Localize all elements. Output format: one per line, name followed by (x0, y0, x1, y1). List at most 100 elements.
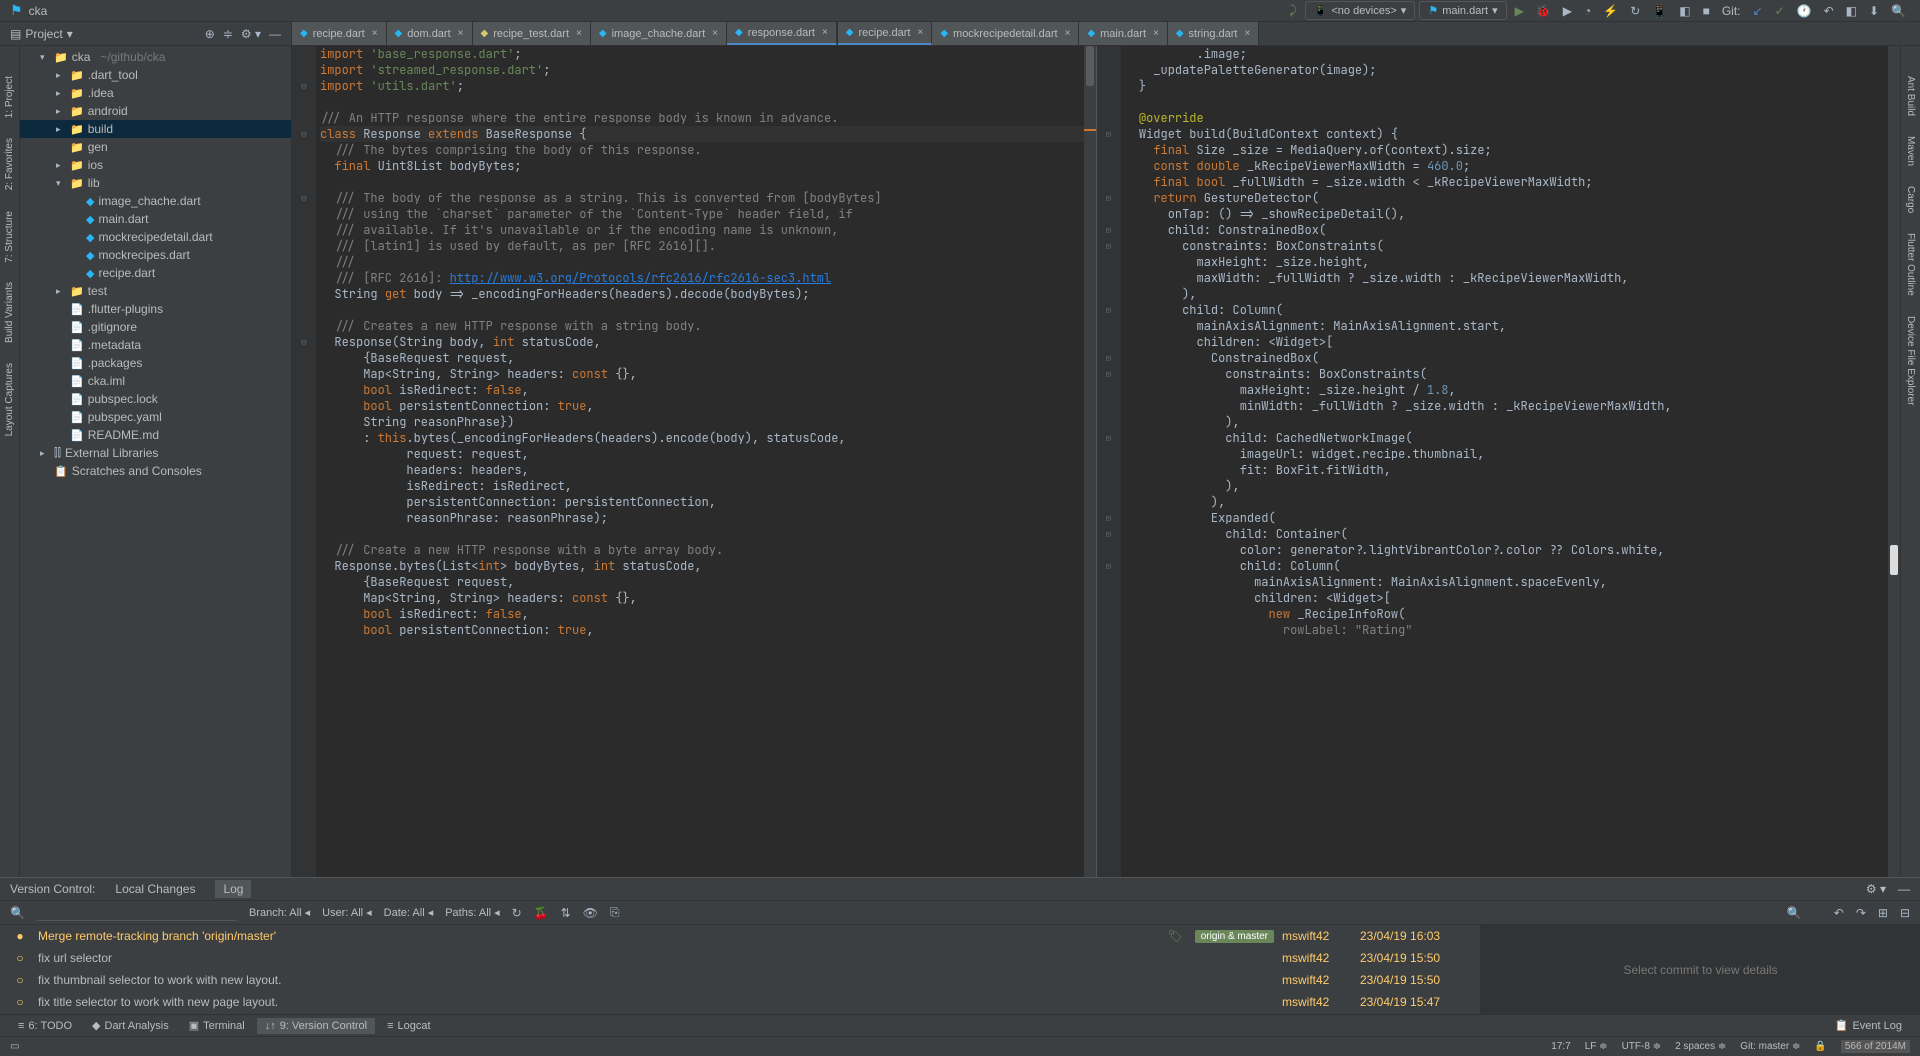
coverage-icon[interactable]: ▶ (1559, 2, 1576, 20)
branch-filter[interactable]: Branch: All ◂ (249, 906, 310, 919)
refresh-icon[interactable]: ↻ (512, 906, 522, 920)
hot-reload-icon[interactable]: ⚡ (1599, 2, 1622, 20)
tree-item[interactable]: 📄.gitignore (20, 318, 291, 336)
vcs-commit-icon[interactable]: ✓ (1771, 2, 1789, 20)
undo-icon[interactable]: ↶ (1834, 906, 1844, 920)
devtools-icon[interactable]: 📱 (1648, 2, 1671, 20)
commit-row[interactable]: ○fix title selector to work with new pag… (0, 991, 1480, 1013)
stop-icon[interactable]: ■ (1699, 2, 1714, 20)
expand-icon[interactable]: ⊟ (1900, 906, 1910, 920)
side-tab[interactable]: Ant Build (1903, 66, 1918, 126)
commit-row[interactable]: ○fix url selectormswift4223/04/19 15:50 (0, 947, 1480, 969)
settings-icon[interactable]: ⚙ ▾ (1866, 882, 1886, 896)
close-icon[interactable]: × (1153, 28, 1159, 39)
close-icon[interactable]: × (822, 27, 828, 38)
vc-tab-local-changes[interactable]: Local Changes (107, 880, 203, 898)
side-tab[interactable]: 2: Favorites (2, 128, 17, 200)
tree-item[interactable]: ◆mockrecipedetail.dart (20, 228, 291, 246)
profile-icon[interactable]: ◔ (1580, 2, 1595, 20)
search-icon[interactable]: 🔍 (1787, 906, 1802, 920)
editor-tab[interactable]: ◆recipe_test.dart× (473, 22, 591, 45)
eye-icon[interactable]: 👁 (583, 906, 598, 920)
close-icon[interactable]: × (458, 28, 464, 39)
editor-tab[interactable]: ◆string.dart× (1168, 22, 1259, 45)
quick-access-icon[interactable]: ▭ (10, 1041, 19, 1052)
device-selector[interactable]: 📱 <no devices> ▾ (1305, 1, 1416, 20)
side-tab[interactable]: Build Variants (2, 272, 17, 353)
group-icon[interactable]: ⊞ (1878, 906, 1888, 920)
editor-tab[interactable]: ◆main.dart× (1079, 22, 1167, 45)
editor-right[interactable]: ⊟⊟⊟⊟⊟⊟⊟⊟⊟⊟⊟ .image; _updatePaletteGenera… (1097, 46, 1901, 877)
hide-icon[interactable]: — (269, 27, 281, 41)
tree-item[interactable]: 📋Scratches and Consoles (20, 462, 291, 480)
editor-left[interactable]: ⊟⊟⊟⊟ import 'base_response.dart';import … (292, 46, 1097, 877)
editor-tab[interactable]: ◆mockrecipedetail.dart× (932, 22, 1079, 45)
commits-list[interactable]: ●Merge remote-tracking branch 'origin/ma… (0, 925, 1480, 1014)
side-tab[interactable]: Flutter Outline (1903, 223, 1918, 306)
vcs-update-icon[interactable]: ↙ (1749, 2, 1767, 20)
gear-icon[interactable]: ⚙ ▾ (241, 27, 261, 41)
hot-restart-icon[interactable]: ↻ (1626, 2, 1644, 20)
close-icon[interactable]: × (917, 27, 923, 38)
tree-item[interactable]: 📄pubspec.lock (20, 390, 291, 408)
cherry-pick-icon[interactable]: 🍒 (534, 906, 549, 920)
tree-item[interactable]: 📄cka.iml (20, 372, 291, 390)
status-line-sep[interactable]: LF ≑ (1585, 1041, 1608, 1052)
redo-icon[interactable]: ↷ (1856, 906, 1866, 920)
tree-item[interactable]: ◆image_chache.dart (20, 192, 291, 210)
terminal-tab[interactable]: ▣ Terminal (181, 1017, 253, 1034)
debug-icon[interactable]: 🐞 (1532, 2, 1555, 20)
logcat-tab[interactable]: ≡ Logcat (379, 1018, 438, 1034)
goto-icon[interactable]: ⎘ (610, 905, 620, 920)
target-icon[interactable]: ⊕ (205, 27, 215, 41)
sdk-icon[interactable]: ⬇ (1865, 2, 1883, 20)
lock-icon[interactable]: 🔒 (1814, 1041, 1826, 1052)
tree-item[interactable]: ▸📁build (20, 120, 291, 138)
editor-tab[interactable]: ◆response.dart× (727, 22, 837, 45)
tree-item[interactable]: 📁gen (20, 138, 291, 156)
status-memory[interactable]: 566 of 2014M (1841, 1040, 1910, 1053)
tree-item[interactable]: ◆main.dart (20, 210, 291, 228)
inspect-icon[interactable]: ◧ (1675, 2, 1694, 20)
editor-tab[interactable]: ◆image_chache.dart× (591, 22, 727, 45)
tree-item[interactable]: ◆recipe.dart (20, 264, 291, 282)
editor-tab[interactable]: ◆dom.dart× (387, 22, 473, 45)
commit-row[interactable]: ●Merge remote-tracking branch 'origin/ma… (0, 925, 1480, 947)
user-filter[interactable]: User: All ◂ (322, 906, 372, 919)
version-control-tab[interactable]: ↓↑ 9: Version Control (257, 1018, 375, 1034)
close-icon[interactable]: × (576, 28, 582, 39)
tree-item[interactable]: ▸📁.dart_tool (20, 66, 291, 84)
vcs-history-icon[interactable]: 🕐 (1793, 2, 1816, 20)
tree-item[interactable]: 📄pubspec.yaml (20, 408, 291, 426)
tree-item[interactable]: ▸📁.idea (20, 84, 291, 102)
tree-item[interactable]: ▾📁cka~/github/cka (20, 48, 291, 66)
search-icon[interactable]: 🔍 (1887, 2, 1910, 20)
tree-item[interactable]: ▸⫿⫿External Libraries (20, 444, 291, 462)
avd-icon[interactable]: ◧ (1842, 2, 1861, 20)
side-tab[interactable]: Cargo (1903, 176, 1918, 223)
flutter-attach-icon[interactable]: ⤸ (1285, 1, 1300, 20)
tree-item[interactable]: ▸📁test (20, 282, 291, 300)
side-tab[interactable]: Device File Explorer (1903, 306, 1918, 415)
editor-tab[interactable]: ◆recipe.dart× (838, 22, 933, 45)
close-icon[interactable]: × (712, 28, 718, 39)
status-encoding[interactable]: UTF-8 ≑ (1622, 1041, 1662, 1052)
scrollbar[interactable] (1084, 46, 1096, 877)
status-git[interactable]: Git: master ≑ (1740, 1041, 1800, 1052)
event-log-tab[interactable]: 📋 Event Log (1827, 1017, 1910, 1034)
project-tree[interactable]: ▾📁cka~/github/cka▸📁.dart_tool▸📁.idea▸📁an… (20, 46, 292, 877)
hide-icon[interactable]: — (1898, 882, 1910, 896)
tree-item[interactable]: 📄README.md (20, 426, 291, 444)
vc-tab-log[interactable]: Log (215, 880, 251, 898)
side-tab[interactable]: 7: Structure (2, 201, 17, 273)
side-tab[interactable]: Maven (1903, 126, 1918, 176)
vcs-revert-icon[interactable]: ↶ (1820, 2, 1838, 20)
run-config-selector[interactable]: ⚑ main.dart ▾ (1419, 1, 1506, 20)
run-icon[interactable]: ▶ (1511, 2, 1528, 20)
tree-item[interactable]: 📄.packages (20, 354, 291, 372)
close-icon[interactable]: × (1244, 28, 1250, 39)
scrollbar[interactable] (1888, 46, 1900, 877)
tree-item[interactable]: ▸📁android (20, 102, 291, 120)
paths-filter[interactable]: Paths: All ◂ (445, 906, 499, 919)
collapse-icon[interactable]: ≑ (223, 27, 233, 41)
